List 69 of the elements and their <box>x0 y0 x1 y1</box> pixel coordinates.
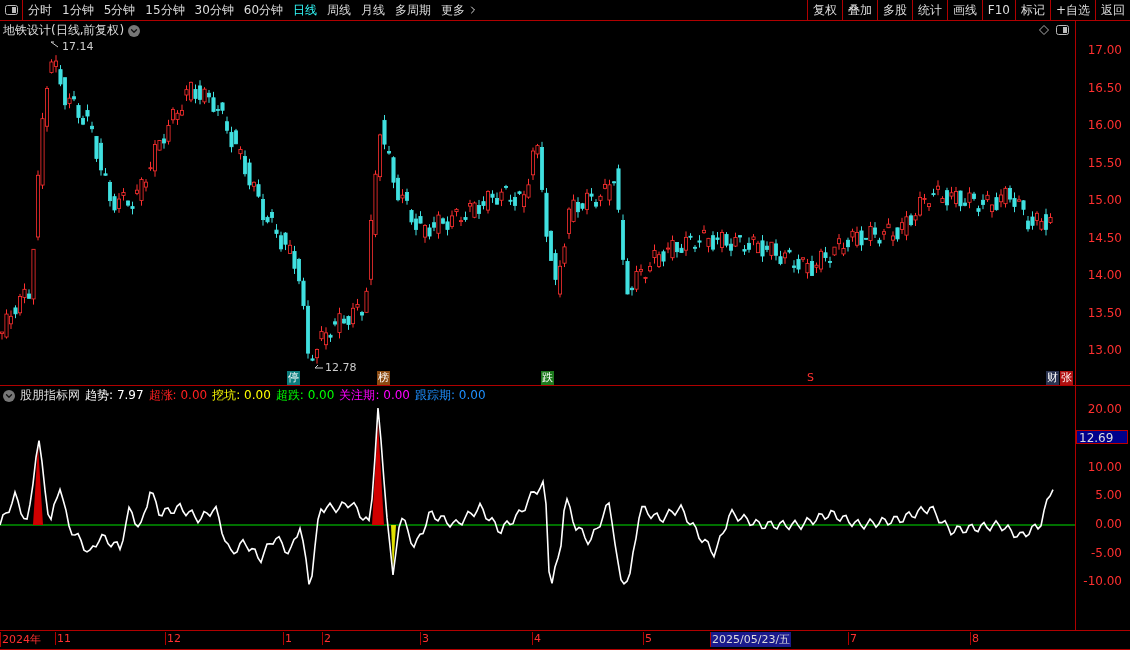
time-axis-label: 11 <box>55 632 72 645</box>
indicator-value: 超跌: 0.00 <box>275 387 335 404</box>
period-tab[interactable]: 60分钟 <box>238 0 289 20</box>
time-axis-label: 2024年 <box>0 632 42 647</box>
period-tab[interactable]: 30分钟 <box>189 0 239 20</box>
period-tab[interactable]: 周线 <box>322 0 357 20</box>
period-tab[interactable]: 月线 <box>356 0 391 20</box>
dropdown-icon[interactable] <box>3 389 15 402</box>
axis-tick-label: 13.50 <box>1087 305 1122 320</box>
axis-tick-label: 14.00 <box>1087 268 1122 282</box>
event-marker[interactable]: 榜 <box>377 371 390 385</box>
low-price-label: 12.78 <box>325 361 357 374</box>
axis-tick-label: 15.50 <box>1087 155 1122 170</box>
toolbar-button[interactable]: F10 <box>981 0 1015 20</box>
axis-tick-label: -10.00 <box>1083 574 1122 589</box>
toolbar-button[interactable]: 返回 <box>1095 0 1130 20</box>
panel-toggle-icon[interactable] <box>4 5 18 15</box>
time-axis-label: 5 <box>643 632 653 645</box>
time-axis-label: 8 <box>970 632 980 645</box>
time-axis-label: 2025/05/23/五 <box>710 632 792 647</box>
axis-tick-label: 20.00 <box>1087 402 1122 417</box>
event-marker[interactable]: 财 <box>1046 371 1059 385</box>
toolbar-button[interactable]: +自选 <box>1049 0 1095 20</box>
dropdown-icon[interactable] <box>128 24 141 37</box>
time-axis-label: 12 <box>165 632 182 645</box>
indicator-value: 关注期: 0.00 <box>339 387 410 404</box>
price-arrow-icon <box>50 41 59 48</box>
indicator-value: 趋势: 7.97 <box>85 387 144 404</box>
panel-toggle-icon[interactable] <box>1056 25 1069 35</box>
period-tab[interactable]: 更多 <box>436 0 485 20</box>
toolbar-button[interactable]: 统计 <box>911 0 947 20</box>
axis-tick-label: 10.00 <box>1087 459 1122 474</box>
period-tab[interactable]: 多周期 <box>390 0 437 20</box>
high-price-label: 17.14 <box>62 40 94 53</box>
axis-tick-label: -5.00 <box>1090 545 1122 560</box>
indicator-value: 挖坑: 0.00 <box>212 387 271 404</box>
axis-tick-label: 5.00 <box>1095 488 1122 503</box>
axis-tick-label: 17.00 <box>1087 43 1122 57</box>
period-tab[interactable]: 5分钟 <box>98 0 141 20</box>
event-marker[interactable]: 跌 <box>541 371 554 385</box>
axis-tick-label: 16.50 <box>1087 80 1122 95</box>
axis-tick-label: 16.00 <box>1087 118 1122 132</box>
price-arrow-icon <box>314 364 324 369</box>
axis-tick-label: 0.00 <box>1095 517 1122 531</box>
indicator-value: 超涨: 0.00 <box>148 387 208 404</box>
time-axis-label: 1 <box>283 632 293 645</box>
chart-title: 地铁设计(日线,前复权) <box>3 22 125 39</box>
indicator-value: 跟踪期: 0.00 <box>414 387 486 404</box>
toolbar-button[interactable]: 复权 <box>806 0 842 20</box>
axis-tick-label: 14.50 <box>1087 230 1122 245</box>
current-value-label: 12.69 <box>1076 430 1128 444</box>
toolbar-button[interactable]: 标记 <box>1014 0 1050 20</box>
time-axis-label: 2 <box>322 632 332 645</box>
axis-tick-label: 15.00 <box>1087 193 1122 207</box>
time-axis-label: 4 <box>532 632 542 645</box>
axis-tick-label: 13.00 <box>1087 343 1122 357</box>
period-tab[interactable]: 分时 <box>23 0 57 20</box>
toolbar-button[interactable]: 画线 <box>946 0 982 20</box>
time-axis-label: 7 <box>848 632 858 645</box>
diamond-icon[interactable] <box>1039 25 1049 35</box>
toolbar-button[interactable]: 多股 <box>876 0 912 20</box>
event-marker[interactable]: 张 <box>1060 371 1073 385</box>
indicator-name: 股朋指标网 <box>20 387 80 404</box>
toolbar-button[interactable]: 叠加 <box>841 0 877 20</box>
period-tab[interactable]: 日线 <box>288 0 323 20</box>
period-tab[interactable]: 15分钟 <box>140 0 190 20</box>
event-marker[interactable]: 停 <box>287 371 300 385</box>
time-axis-label: 3 <box>420 632 430 645</box>
period-tab[interactable]: 1分钟 <box>57 0 99 20</box>
